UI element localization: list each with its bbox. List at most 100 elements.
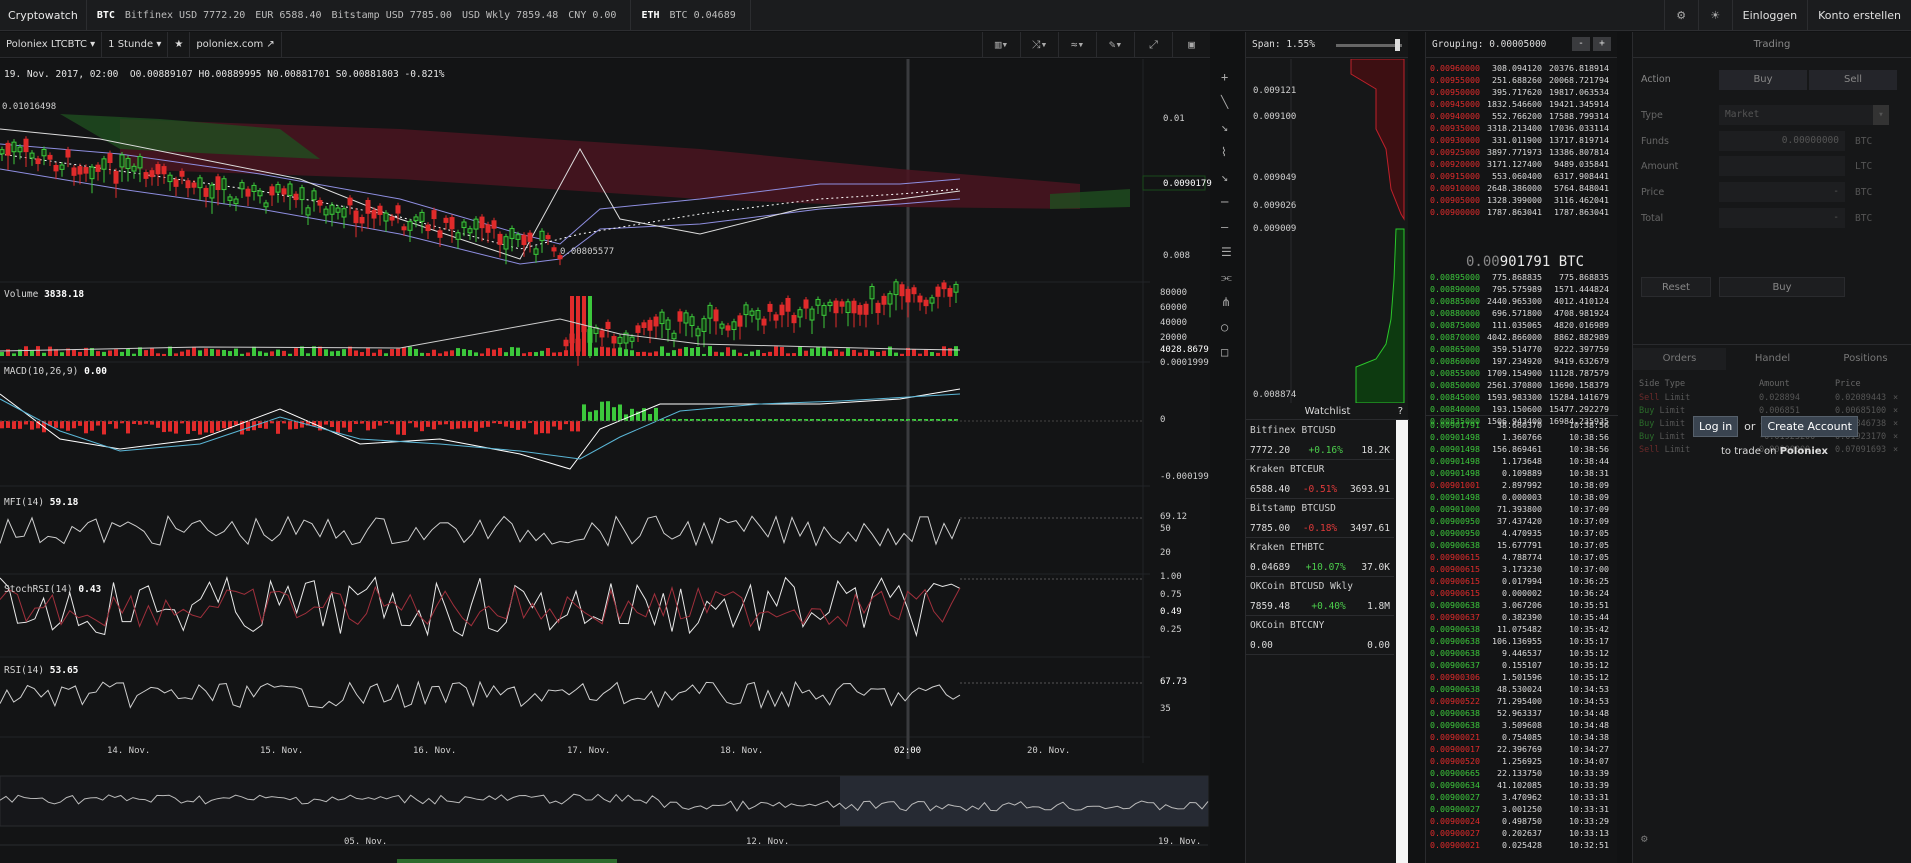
- overlays-icon[interactable]: ≈▾: [1058, 32, 1096, 58]
- bid-row[interactable]: 0.00880000 696.571800 4708.981924: [1430, 307, 1616, 319]
- sell-tab-button[interactable]: Sell: [1809, 70, 1897, 90]
- create-account-button[interactable]: Create Account: [1761, 416, 1858, 437]
- bid-row[interactable]: 0.00865000 359.514770 9222.397759: [1430, 343, 1616, 355]
- buy-tab-button[interactable]: Buy: [1719, 70, 1807, 90]
- close-icon[interactable]: ×: [1893, 432, 1898, 442]
- eth-ticker[interactable]: ETH BTC 0.04689: [631, 0, 751, 31]
- cny-ticker[interactable]: CNY 0.00: [568, 10, 616, 21]
- bid-row[interactable]: 0.00885000 2440.965300 4012.410124: [1430, 295, 1616, 307]
- amount-field[interactable]: [1719, 156, 1845, 176]
- trade-row[interactable]: 0.00900638 3.067206 10:35:51: [1430, 599, 1616, 611]
- fan-tool-icon[interactable]: ⫘: [1221, 265, 1232, 290]
- trade-row[interactable]: 0.00900021 0.754085 10:34:38: [1430, 731, 1616, 743]
- span-slider-handle[interactable]: [1395, 39, 1400, 51]
- bid-row[interactable]: 0.00860000 197.234920 9419.632679: [1430, 355, 1616, 367]
- trade-row[interactable]: 0.00900638 52.963337 10:34:48: [1430, 707, 1616, 719]
- tab-handel[interactable]: Handel: [1726, 348, 1819, 370]
- trade-row[interactable]: 0.00900615 4.788774 10:37:05: [1430, 551, 1616, 563]
- trade-row[interactable]: 0.00900520 1.256925 10:34:07: [1430, 755, 1616, 767]
- trade-row[interactable]: 0.00900027 3.470962 10:33:31: [1430, 791, 1616, 803]
- ask-row[interactable]: 0.00920000 3171.127400 9489.035841: [1430, 158, 1616, 170]
- close-icon[interactable]: ×: [1893, 445, 1898, 455]
- bid-row[interactable]: 0.00845000 1593.983300 15284.141679: [1430, 391, 1616, 403]
- tab-positions[interactable]: Positions: [1819, 348, 1911, 370]
- indicators-icon[interactable]: ⤨▾: [1020, 32, 1058, 58]
- bid-row[interactable]: 0.00855000 1709.154900 11128.787579: [1430, 367, 1616, 379]
- trade-row[interactable]: 0.00900522 71.295400 10:34:53: [1430, 695, 1616, 707]
- funds-field[interactable]: 0.00000000: [1719, 131, 1845, 151]
- ask-row[interactable]: 0.00925000 3897.771973 13386.807814: [1430, 146, 1616, 158]
- market-select[interactable]: Poloniex LTCBTC ▾: [0, 31, 103, 58]
- grouping-minus-button[interactable]: -: [1572, 37, 1590, 51]
- trade-row[interactable]: 0.00900950 4.470935 10:37:05: [1430, 527, 1616, 539]
- trade-row[interactable]: 0.00900615 0.000002 10:36:24: [1430, 587, 1616, 599]
- trade-row[interactable]: 0.00900665 22.133750 10:33:39: [1430, 767, 1616, 779]
- trade-row[interactable]: 0.00900638 48.530024 10:34:53: [1430, 683, 1616, 695]
- trade-row[interactable]: 0.00900638 9.446537 10:35:12: [1430, 647, 1616, 659]
- ask-row[interactable]: 0.00930000 331.011900 13717.819714: [1430, 134, 1616, 146]
- fib-tool-icon[interactable]: ☰: [1221, 240, 1232, 265]
- type-select[interactable]: Market ▾: [1719, 105, 1889, 125]
- register-link[interactable]: Konto erstellen: [1807, 0, 1911, 31]
- price-chart[interactable]: + ╲ ↘ ⌇ ↘ ─ – ☰ ⫘ ⋔ ○ □ 0.01 0.0090179 0…: [0, 59, 1232, 863]
- favorite-star-icon[interactable]: ★: [168, 31, 191, 58]
- exchange-link[interactable]: poloniex.com ↗: [190, 31, 282, 58]
- trade-row[interactable]: 0.00901791 38.660370 10:38:56: [1430, 419, 1616, 431]
- trade-row[interactable]: 0.00900638 3.509608 10:34:48: [1430, 719, 1616, 731]
- price-field[interactable]: -: [1719, 182, 1845, 202]
- trade-row[interactable]: 0.00900637 0.155107 10:35:12: [1430, 659, 1616, 671]
- ask-row[interactable]: 0.00910000 2648.386000 5764.848041: [1430, 182, 1616, 194]
- ask-row[interactable]: 0.00945000 1832.546600 19421.345914: [1430, 98, 1616, 110]
- btc-ticker[interactable]: BTC Bitfinex USD 7772.20 EUR 6588.40 Bit…: [87, 0, 632, 31]
- trade-row[interactable]: 0.00901498 156.869461 10:38:56: [1430, 443, 1616, 455]
- trade-row[interactable]: 0.00901498 0.000003 10:38:09: [1430, 491, 1616, 503]
- circle-tool-icon[interactable]: ○: [1221, 315, 1232, 340]
- ask-row[interactable]: 0.00955000 251.688260 20068.721794: [1430, 74, 1616, 86]
- rect-tool-icon[interactable]: □: [1221, 340, 1232, 365]
- navigator-window[interactable]: [840, 776, 1208, 826]
- trade-row[interactable]: 0.00900017 22.396769 10:34:27: [1430, 743, 1616, 755]
- ask-row[interactable]: 0.00940000 552.766200 17588.799314: [1430, 110, 1616, 122]
- bitstamp-ticker[interactable]: Bitstamp USD 7785.00: [332, 10, 452, 21]
- brand-logo[interactable]: Cryptowatch: [0, 0, 87, 31]
- total-field[interactable]: -: [1719, 208, 1845, 228]
- watchlist-item[interactable]: Kraken BTCEUR 6588.40 -0.51% 3693.91: [1246, 460, 1394, 499]
- trade-row[interactable]: 0.00901498 1.173648 10:38:44: [1430, 455, 1616, 467]
- interval-select[interactable]: 1 Stunde ▾: [102, 31, 169, 58]
- bitfinex-ticker[interactable]: Bitfinex USD 7772.20: [125, 10, 245, 21]
- close-icon[interactable]: ×: [1893, 393, 1898, 403]
- path-tool-icon[interactable]: ⌇: [1221, 140, 1232, 165]
- eur-ticker[interactable]: EUR 6588.40: [255, 10, 321, 21]
- trade-row[interactable]: 0.00900634 41.102085 10:33:39: [1430, 779, 1616, 791]
- trade-row[interactable]: 0.00900021 0.025428 10:32:51: [1430, 839, 1616, 851]
- ask-row[interactable]: 0.00900000 1787.863041 1787.863041: [1430, 206, 1616, 218]
- trade-row[interactable]: 0.00900615 3.173230 10:37:00: [1430, 563, 1616, 575]
- grouping-plus-button[interactable]: +: [1593, 37, 1611, 51]
- line-tool-icon[interactable]: ╲: [1221, 90, 1232, 115]
- arrow-tool-icon[interactable]: ↘: [1221, 165, 1232, 190]
- bid-row[interactable]: 0.00870000 4042.866000 8862.882989: [1430, 331, 1616, 343]
- ask-row[interactable]: 0.00950000 395.717620 19817.063534: [1430, 86, 1616, 98]
- watchlist-item[interactable]: OKCoin BTCCNY 0.00 0.00: [1246, 616, 1394, 655]
- ask-row[interactable]: 0.00935000 3318.213400 17036.033114: [1430, 122, 1616, 134]
- ray-tool-icon[interactable]: ↘: [1221, 115, 1232, 140]
- bid-row[interactable]: 0.00850000 2561.370800 13690.158379: [1430, 379, 1616, 391]
- crosshair-tool-icon[interactable]: +: [1221, 65, 1232, 90]
- order-row[interactable]: Sell Limit 0.028894 0.02089443 ×: [1639, 393, 1899, 407]
- trade-row[interactable]: 0.00900027 3.001250 10:33:31: [1430, 803, 1616, 815]
- gear-icon[interactable]: ⚙: [1663, 0, 1698, 31]
- trade-row[interactable]: 0.00900306 1.501596 10:35:12: [1430, 671, 1616, 683]
- watchlist-item[interactable]: Kraken ETHBTC 0.04689 +10.07% 37.0K: [1246, 538, 1394, 577]
- log-in-button[interactable]: Log in: [1693, 416, 1739, 437]
- watchlist-item[interactable]: OKCoin BTCUSD Wkly 7859.48 +0.40% 1.8M: [1246, 577, 1394, 616]
- usdwkly-ticker[interactable]: USD Wkly 7859.48: [462, 10, 558, 21]
- fullscreen-icon[interactable]: ⤢: [1134, 32, 1172, 58]
- trade-row[interactable]: 0.00901498 0.109889 10:38:31: [1430, 467, 1616, 479]
- watchlist-scrollbar[interactable]: [1396, 420, 1408, 863]
- trade-row[interactable]: 0.00901001 2.897992 10:38:09: [1430, 479, 1616, 491]
- eth-btc-ticker[interactable]: BTC 0.04689: [670, 10, 736, 21]
- hline2-tool-icon[interactable]: –: [1221, 215, 1232, 240]
- watchlist-item[interactable]: Bitstamp BTCUSD 7785.00 -0.18% 3497.61: [1246, 499, 1394, 538]
- buy-submit-button[interactable]: Buy: [1719, 277, 1845, 297]
- close-icon[interactable]: ×: [1893, 419, 1898, 429]
